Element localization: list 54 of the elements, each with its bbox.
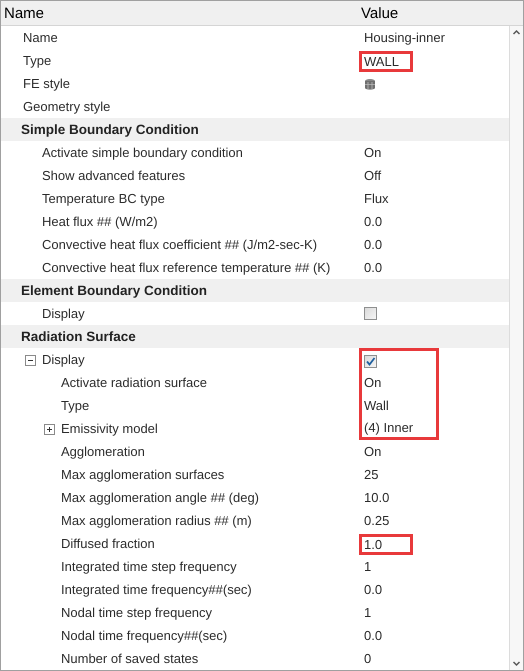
property-label: Activate simple boundary condition xyxy=(42,145,243,160)
mesh-cylinder-icon xyxy=(364,78,376,90)
checkbox[interactable] xyxy=(364,354,377,368)
collapse-icon[interactable] xyxy=(25,355,36,366)
property-label: Nodal time frequency##(sec) xyxy=(61,628,228,643)
section-header[interactable]: Radiation Surface xyxy=(1,325,509,348)
property-label: Number of saved states xyxy=(61,651,198,666)
property-value[interactable]: 1 xyxy=(364,559,372,574)
property-value[interactable]: Off xyxy=(364,168,382,183)
property-label: Max agglomeration radius ## (m) xyxy=(61,513,252,528)
property-label: Emissivity model xyxy=(61,421,158,436)
property-label: Convective heat flux reference temperature ## (K) xyxy=(42,260,330,275)
property-value[interactable]: 0.25 xyxy=(364,513,390,528)
property-label: Type xyxy=(61,398,90,413)
property-value[interactable]: 1 xyxy=(364,605,372,620)
property-label: Display xyxy=(42,306,85,321)
property-value[interactable]: 0.0 xyxy=(364,260,382,275)
property-label: Name xyxy=(23,30,58,45)
property-value[interactable]: On xyxy=(364,444,382,459)
property-label: Max agglomeration angle ## (deg) xyxy=(61,490,260,505)
property-value[interactable]: Housing-inner xyxy=(364,30,445,45)
section-header[interactable]: Simple Boundary Condition xyxy=(1,118,509,141)
property-value[interactable]: 25 xyxy=(364,467,378,482)
property-label: Diffused fraction xyxy=(61,536,155,551)
property-value[interactable]: Wall xyxy=(364,398,389,413)
expand-icon[interactable] xyxy=(44,424,55,435)
property-value[interactable]: 10.0 xyxy=(364,490,390,505)
property-value[interactable]: On xyxy=(364,145,382,160)
property-value[interactable]: Flux xyxy=(364,191,389,206)
property-label: Show advanced features xyxy=(42,168,186,183)
property-value[interactable]: 0.0 xyxy=(364,237,382,252)
property-label: Agglomeration xyxy=(61,444,145,459)
property-label: Heat flux ## (W/m2) xyxy=(42,214,158,229)
property-label: Integrated time step frequency xyxy=(61,559,237,574)
property-label: Convective heat flux coefficient ## (J/m2-sec-K) xyxy=(42,237,318,252)
column-header[interactable]: Name xyxy=(1,4,361,22)
property-label: Geometry style xyxy=(23,99,110,114)
property-label: Nodal time step frequency xyxy=(61,605,212,620)
property-label: Temperature BC type xyxy=(42,191,165,206)
property-value[interactable]: 0.0 xyxy=(364,628,382,643)
column-header[interactable]: Value xyxy=(361,4,398,22)
property-label: Max agglomeration surfaces xyxy=(61,467,224,482)
property-label: Display xyxy=(42,352,85,367)
property-value[interactable]: 0.0 xyxy=(364,582,382,597)
property-label: Activate radiation surface xyxy=(61,375,207,390)
property-value[interactable]: 0 xyxy=(364,651,372,666)
property-label: FE style xyxy=(23,76,70,91)
property-value[interactable]: 0.0 xyxy=(364,214,382,229)
property-value[interactable]: On xyxy=(364,375,382,390)
section-header[interactable]: Element Boundary Condition xyxy=(1,279,509,302)
checkbox[interactable] xyxy=(364,307,377,320)
property-label: Type xyxy=(23,53,52,68)
property-label: Integrated time frequency##(sec) xyxy=(61,582,252,597)
scrollbar[interactable] xyxy=(509,26,523,670)
